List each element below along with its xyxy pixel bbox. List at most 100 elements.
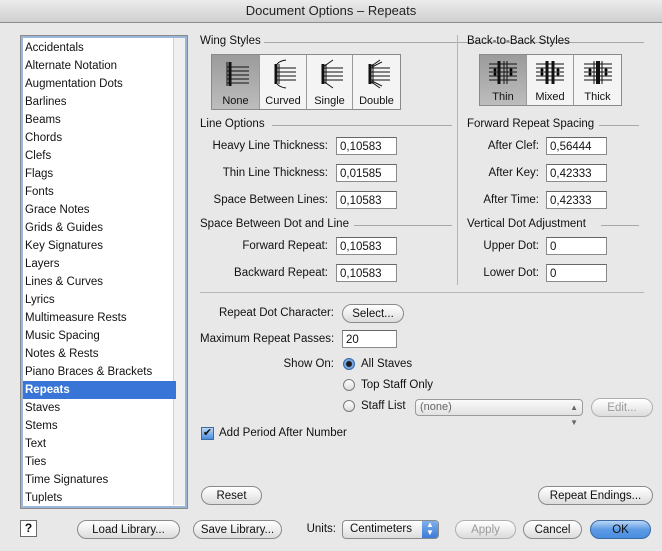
backward-repeat-field[interactable]: 0,10583 — [336, 264, 397, 282]
upper-dot-label: Upper Dot: — [483, 240, 539, 252]
upper-dot-field[interactable]: 0 — [546, 237, 607, 255]
sidebar-item-barlines[interactable]: Barlines — [23, 93, 176, 111]
max-passes-field[interactable]: 20 — [342, 330, 397, 348]
wing-none-label: None — [222, 95, 249, 107]
thin-line-label: Thin Line Thickness: — [222, 167, 328, 179]
staff-list-radio[interactable] — [343, 400, 355, 412]
ok-button[interactable]: OK — [590, 520, 651, 539]
help-icon[interactable]: ? — [20, 520, 37, 537]
back-thick-label: Thick — [584, 91, 611, 103]
sidebar-item-layers[interactable]: Layers — [23, 255, 176, 273]
sidebar-item-lines-curves[interactable]: Lines & Curves — [23, 273, 176, 291]
wing-single-icon — [321, 59, 343, 89]
wing-none-icon — [226, 62, 249, 86]
sidebar-item-fonts[interactable]: Fonts — [23, 183, 176, 201]
after-clef-label: After Clef: — [487, 140, 539, 152]
sidebar-item-augmentation-dots[interactable]: Augmentation Dots — [23, 75, 176, 93]
back-mixed-button[interactable]: Mixed — [527, 55, 574, 105]
vertical-dot-title: Vertical Dot Adjustment — [467, 218, 639, 230]
repeat-endings-button[interactable]: Repeat Endings... — [538, 486, 653, 505]
back-to-back-selector[interactable]: Thin Mixed Thick — [479, 54, 622, 106]
staff-list-label: Staff List — [361, 400, 406, 412]
after-key-label: After Key: — [488, 167, 540, 179]
sidebar-item-ties[interactable]: Ties — [23, 453, 176, 471]
sidebar-item-chords[interactable]: Chords — [23, 129, 176, 147]
wing-styles-selector[interactable]: None Curved Single Double — [211, 54, 401, 110]
apply-button[interactable]: Apply — [455, 520, 516, 539]
dot-line-title: Space Between Dot and Line — [200, 218, 452, 230]
category-list[interactable]: Accidentals Alternate Notation Augmentatio… — [20, 35, 188, 509]
sidebar-item-piano-braces-brackets[interactable]: Piano Braces & Brackets — [23, 363, 176, 381]
units-value: Centimeters — [350, 523, 412, 535]
back-thin-icon — [489, 61, 517, 84]
wing-curved-icon — [274, 59, 296, 89]
sidebar-item-music-spacing[interactable]: Music Spacing — [23, 327, 176, 345]
wing-curved-button[interactable]: Curved — [260, 55, 307, 109]
back-to-back-title: Back-to-Back Styles — [467, 35, 639, 47]
forward-repeat-label: Forward Repeat: — [242, 240, 328, 252]
wing-double-icon — [368, 59, 390, 89]
wing-single-button[interactable]: Single — [307, 55, 353, 109]
sidebar-item-clefs[interactable]: Clefs — [23, 147, 176, 165]
lower-dot-field[interactable]: 0 — [546, 264, 607, 282]
back-thin-button[interactable]: Thin — [480, 55, 527, 105]
sidebar-item-beams[interactable]: Beams — [23, 111, 176, 129]
sidebar-item-grids-guides[interactable]: Grids & Guides — [23, 219, 176, 237]
back-mixed-icon — [536, 61, 564, 84]
sidebar-item-multimeasure-rests[interactable]: Multimeasure Rests — [23, 309, 176, 327]
sidebar-item-notes-rests[interactable]: Notes & Rests — [23, 345, 176, 363]
sidebar-item-lyrics[interactable]: Lyrics — [23, 291, 176, 309]
wing-none-button[interactable]: None — [212, 55, 260, 109]
sidebar-item-flags[interactable]: Flags — [23, 165, 176, 183]
after-clef-field[interactable]: 0,56444 — [546, 137, 607, 155]
sidebar-item-key-signatures[interactable]: Key Signatures — [23, 237, 176, 255]
heavy-line-field[interactable]: 0,10583 — [336, 137, 397, 155]
sidebar-item-time-signatures[interactable]: Time Signatures — [23, 471, 176, 489]
space-between-lines-label: Space Between Lines: — [213, 194, 328, 206]
cancel-button[interactable]: Cancel — [523, 520, 582, 539]
wing-curved-label: Curved — [265, 95, 301, 107]
sidebar-item-grace-notes[interactable]: Grace Notes — [23, 201, 176, 219]
sidebar-item-staves[interactable]: Staves — [23, 399, 176, 417]
add-period-checkbox[interactable]: ✔ — [201, 427, 214, 440]
back-mixed-label: Mixed — [535, 91, 565, 103]
column-divider — [457, 35, 458, 285]
back-thick-icon — [583, 61, 612, 84]
wing-styles-title: Wing Styles — [200, 35, 644, 47]
sidebar-item-text[interactable]: Text — [23, 435, 176, 453]
select-dot-character-button[interactable]: Select... — [342, 304, 404, 323]
reset-button[interactable]: Reset — [201, 486, 262, 505]
forward-spacing-title: Forward Repeat Spacing — [467, 118, 639, 130]
sidebar-item-accidentals[interactable]: Accidentals — [23, 39, 176, 57]
back-thick-button[interactable]: Thick — [574, 55, 621, 105]
all-staves-label: All Staves — [361, 358, 413, 370]
sidebar-item-repeats[interactable]: Repeats — [23, 381, 176, 399]
staff-list-value: (none) — [420, 401, 452, 413]
load-library-button[interactable]: Load Library... — [77, 520, 180, 539]
after-time-field[interactable]: 0,42333 — [546, 191, 607, 209]
wing-single-label: Single — [314, 95, 345, 107]
after-key-field[interactable]: 0,42333 — [546, 164, 607, 182]
sidebar-item-tuplets[interactable]: Tuplets — [23, 489, 176, 507]
select-arrows-icon: ▲ ▼ — [422, 521, 438, 538]
save-library-button[interactable]: Save Library... — [193, 520, 282, 539]
space-between-lines-field[interactable]: 0,10583 — [336, 191, 397, 209]
all-staves-radio[interactable] — [343, 358, 355, 370]
heavy-line-label: Heavy Line Thickness: — [212, 140, 328, 152]
back-thin-label: Thin — [492, 91, 514, 103]
sidebar-item-alternate-notation[interactable]: Alternate Notation — [23, 57, 176, 75]
lower-dot-label: Lower Dot: — [483, 267, 539, 279]
thin-line-field[interactable]: 0,01585 — [336, 164, 397, 182]
wing-double-button[interactable]: Double — [353, 55, 400, 109]
edit-staff-list-button[interactable]: Edit... — [591, 398, 653, 417]
forward-repeat-field[interactable]: 0,10583 — [336, 237, 397, 255]
top-staff-only-radio[interactable] — [343, 379, 355, 391]
units-select[interactable]: Centimeters ▲ ▼ — [342, 520, 439, 539]
show-on-label: Show On: — [283, 358, 335, 370]
popup-arrows-icon: ▲ ▼ — [570, 403, 578, 427]
line-options-title: Line Options — [200, 118, 452, 130]
max-passes-label: Maximum Repeat Passes: — [200, 333, 335, 345]
staff-list-popup[interactable]: (none) ▲ ▼ — [415, 399, 583, 427]
backward-repeat-label: Backward Repeat: — [234, 267, 328, 279]
sidebar-item-stems[interactable]: Stems — [23, 417, 176, 435]
